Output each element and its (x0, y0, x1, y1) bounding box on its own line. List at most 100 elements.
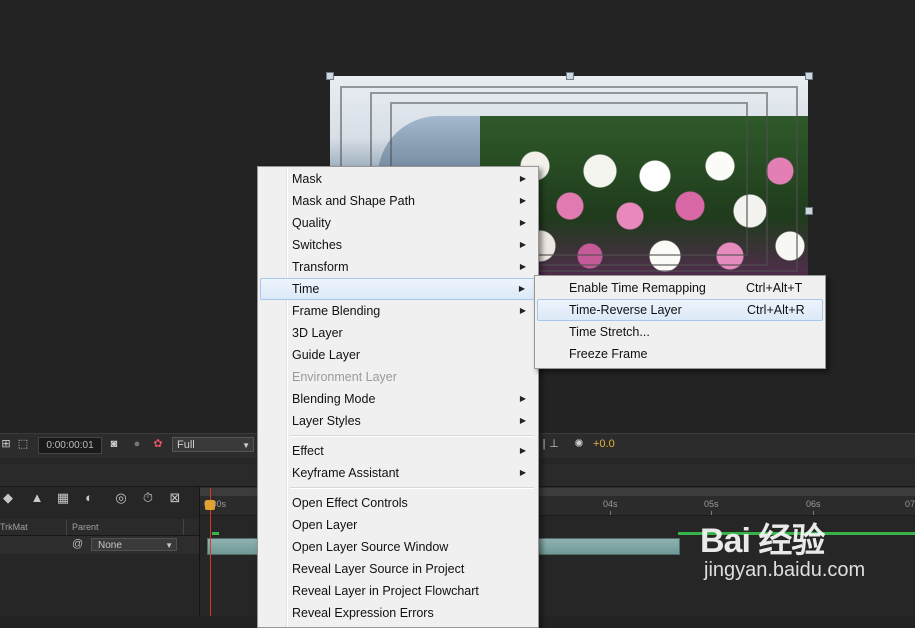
menu-item-effect[interactable]: Effect ▶ (260, 440, 536, 462)
menu-item-blending-mode[interactable]: Blending Mode ▶ (260, 388, 536, 410)
resolution-select[interactable]: Full ▼ (172, 437, 254, 452)
parent-select[interactable]: None ▼ (91, 538, 177, 551)
color-channels-icon[interactable]: ✿ (152, 438, 164, 450)
chart-icon[interactable]: ⊠ (167, 490, 183, 506)
menu-item-environment-layer: Environment Layer (260, 366, 536, 388)
stopwatch-icon[interactable]: ⏱ (140, 490, 156, 506)
motion-blur-icon[interactable]: ◐ (81, 490, 97, 506)
submenu-arrow-icon: ▶ (519, 262, 526, 271)
menu-item-label: Time (292, 282, 320, 296)
submenu-item-enable-time-remapping[interactable]: Enable Time Remapping Ctrl+Alt+T (537, 277, 823, 299)
submenu-item-freeze-frame[interactable]: Freeze Frame (537, 343, 823, 365)
submenu-item-label: Freeze Frame (569, 347, 648, 361)
menu-item-label: Open Effect Controls (292, 496, 408, 510)
submenu-arrow-icon: ▶ (519, 196, 526, 205)
menu-item-switches[interactable]: Switches ▶ (260, 234, 536, 256)
menu-item-label: Switches (292, 238, 343, 252)
grid-icon[interactable]: ⊞ (0, 438, 12, 450)
menu-item-label: 3D Layer (292, 326, 343, 340)
menu-item-label: Frame Blending (292, 304, 381, 318)
menu-item-frame-blending[interactable]: Frame Blending ▶ (260, 300, 536, 322)
submenu-arrow-icon: ▶ (518, 284, 525, 293)
ruler-label: 07 (905, 499, 915, 509)
snapshot-camera-icon[interactable]: ◙ (108, 438, 120, 450)
ruler-label: 05s (704, 499, 719, 509)
menu-item-keyframe-assistant[interactable]: Keyframe Assistant ▶ (260, 462, 536, 484)
current-time-display[interactable]: 0:00:00:01 (38, 437, 102, 454)
menu-item-open-effect-controls[interactable]: Open Effect Controls (260, 492, 536, 514)
menu-item-label: Effect (292, 444, 324, 458)
graph-editor-icon[interactable]: ◎ (113, 490, 129, 506)
exposure-value[interactable]: +0.0 (593, 438, 615, 451)
menu-item-label: Guide Layer (292, 348, 361, 362)
ruler-tick (610, 511, 611, 515)
watermark-site: jingyan.baidu.com (704, 559, 866, 581)
shortcut-label: Ctrl+Alt+R (747, 303, 805, 317)
3d-cube-icon[interactable]: ◆ (0, 490, 16, 506)
submenu-arrow-icon: ▶ (519, 218, 526, 227)
panel-divider (199, 487, 200, 616)
work-area-bar[interactable] (212, 532, 219, 535)
menu-item-time[interactable]: Time ▶ (260, 278, 536, 300)
menu-item-reveal-in-flowchart[interactable]: Reveal Layer in Project Flowchart (260, 580, 536, 602)
layer-column-header: TrkMat Parent (0, 519, 200, 536)
transform-handle-tc[interactable] (566, 72, 574, 80)
layer-context-menu: Mask ▶ Mask and Shape Path ▶ Quality ▶ Swit… (257, 166, 539, 628)
menu-item-label: Keyframe Assistant (292, 466, 399, 480)
menu-item-label: Quality (292, 216, 331, 230)
submenu-arrow-icon: ▶ (519, 174, 526, 183)
menu-item-label: Reveal Expression Errors (292, 606, 434, 620)
menu-separator (290, 435, 534, 437)
menu-item-quality[interactable]: Quality ▶ (260, 212, 536, 234)
menu-item-layer-styles[interactable]: Layer Styles ▶ (260, 410, 536, 432)
submenu-arrow-icon: ▶ (519, 240, 526, 249)
column-trkmat[interactable]: TrkMat (0, 519, 28, 535)
submenu-item-label: Time Stretch... (569, 325, 650, 339)
submenu-item-label: Time-Reverse Layer (569, 303, 682, 317)
region-of-interest-icon[interactable]: ⬚ (17, 438, 29, 450)
menu-item-mask[interactable]: Mask ▶ (260, 168, 536, 190)
shortcut-label: Ctrl+Alt+T (746, 281, 803, 295)
column-parent[interactable]: Parent (72, 519, 99, 535)
menu-item-3d-layer[interactable]: 3D Layer (260, 322, 536, 344)
transform-handle-tl[interactable] (326, 72, 334, 80)
menu-item-open-layer[interactable]: Open Layer (260, 514, 536, 536)
menu-item-label: Mask and Shape Path (292, 194, 415, 208)
menu-item-label: Reveal Layer Source in Project (292, 562, 465, 576)
ruler-label: 04s (603, 499, 618, 509)
menu-item-label: Layer Styles (292, 414, 361, 428)
exposure-icon[interactable]: ✺ (573, 438, 585, 450)
chevron-down-icon: ▼ (242, 441, 250, 450)
frame-blending-icon[interactable]: ▦ (55, 490, 71, 506)
draft-3d-icon[interactable]: ▲ (29, 490, 45, 506)
menu-item-label: Mask (292, 172, 322, 186)
menu-item-reveal-expression-errors[interactable]: Reveal Expression Errors (260, 602, 536, 624)
menu-item-label: Blending Mode (292, 392, 376, 406)
menu-item-guide-layer[interactable]: Guide Layer (260, 344, 536, 366)
playhead-handle[interactable] (205, 500, 215, 510)
pick-whip-icon[interactable]: @ (72, 538, 83, 550)
menu-item-transform[interactable]: Transform ▶ (260, 256, 536, 278)
menu-separator (290, 487, 534, 489)
submenu-arrow-icon: ▶ (519, 306, 526, 315)
baidu-watermark: Bai 经验 jingyan.baidu.com (700, 513, 910, 603)
menu-item-label: Open Layer Source Window (292, 540, 449, 554)
chevron-down-icon: ▼ (165, 541, 173, 550)
resolution-value: Full (177, 439, 195, 451)
ruler-label: 06s (806, 499, 821, 509)
menu-item-reveal-layer-source[interactable]: Reveal Layer Source in Project (260, 558, 536, 580)
time-submenu: Enable Time Remapping Ctrl+Alt+T Time-Rev… (534, 275, 826, 369)
submenu-item-label: Enable Time Remapping (569, 281, 706, 295)
menu-item-open-layer-source-window[interactable]: Open Layer Source Window (260, 536, 536, 558)
transform-handle-tr[interactable] (805, 72, 813, 80)
menu-item-label: Reveal Layer in Project Flowchart (292, 584, 479, 598)
flowchart-icon[interactable]: ⊥ (548, 438, 560, 450)
submenu-item-time-stretch[interactable]: Time Stretch... (537, 321, 823, 343)
show-snapshot-icon[interactable]: ● (131, 438, 143, 450)
submenu-arrow-icon: ▶ (519, 446, 526, 455)
submenu-item-time-reverse-layer[interactable]: Time-Reverse Layer Ctrl+Alt+R (537, 299, 823, 321)
transform-handle-mr[interactable] (805, 207, 813, 215)
menu-item-label: Open Layer (292, 518, 358, 532)
menu-item-mask-and-shape-path[interactable]: Mask and Shape Path ▶ (260, 190, 536, 212)
submenu-arrow-icon: ▶ (519, 468, 526, 477)
